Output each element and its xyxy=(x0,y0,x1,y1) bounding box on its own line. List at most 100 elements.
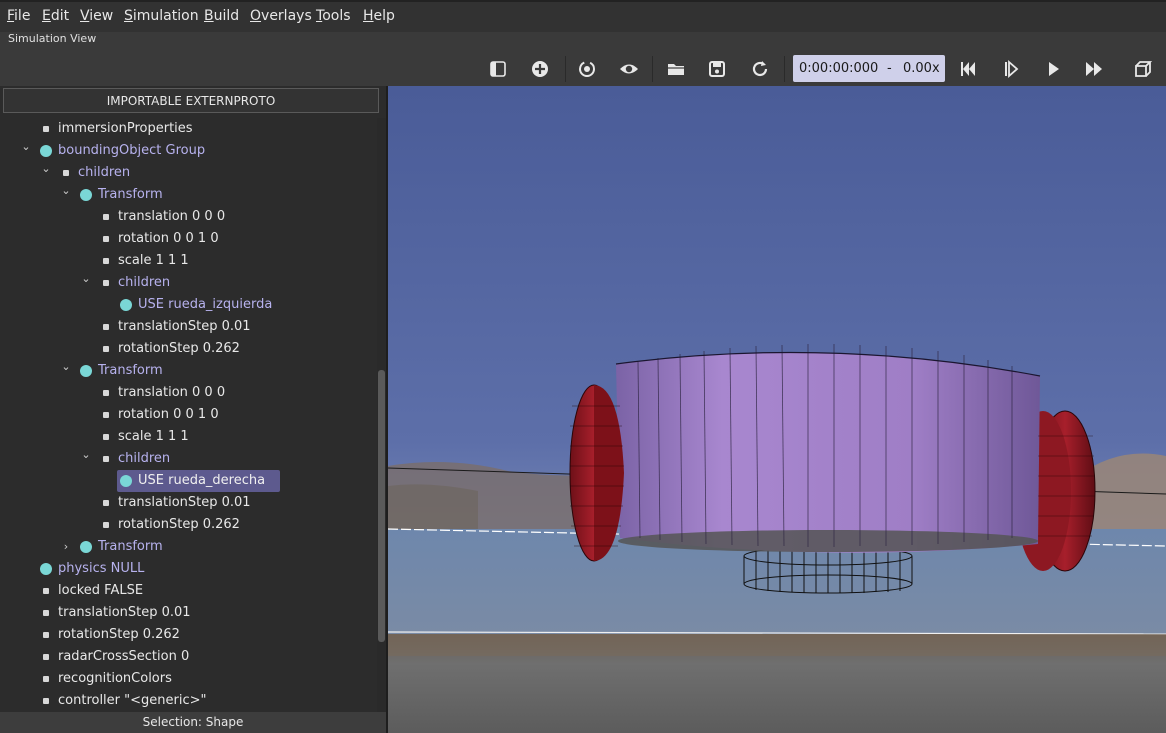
time-value: 0:00:00:000 xyxy=(799,61,879,76)
tree-row[interactable]: physics NULL xyxy=(0,558,376,580)
tree-row[interactable]: ⌄ children xyxy=(0,272,376,294)
step-back-icon[interactable] xyxy=(957,58,979,80)
open-folder-icon[interactable] xyxy=(665,58,687,80)
cube-view-icon[interactable] xyxy=(1132,58,1154,80)
tree-row-label: rotation 0 0 1 0 xyxy=(118,407,219,422)
3d-viewport[interactable] xyxy=(388,86,1166,733)
tree-row[interactable]: scale 1 1 1 xyxy=(0,250,376,272)
tree-row-label: controller "<generic>" xyxy=(58,693,207,708)
menu-label: dit xyxy=(50,8,70,24)
menu-label: uild xyxy=(213,8,240,24)
tree-row-label: children xyxy=(118,451,171,466)
save-icon[interactable] xyxy=(706,58,728,80)
chevron-down-icon[interactable]: ⌄ xyxy=(40,158,52,180)
importable-externproto-button[interactable]: IMPORTABLE EXTERNPROTO xyxy=(3,88,379,113)
tree-row-label: children xyxy=(118,275,171,290)
field-icon xyxy=(43,632,49,638)
tree-row[interactable]: controller "<generic>" xyxy=(0,690,376,712)
field-icon xyxy=(43,588,49,594)
tree-row-label: rotationStep 0.262 xyxy=(58,627,180,642)
menu-simulation[interactable]: Simulation xyxy=(124,8,199,24)
menu-tools[interactable]: Tools xyxy=(316,8,351,24)
tree-row[interactable]: ⌄ Transform xyxy=(0,184,376,206)
menu-file[interactable]: File xyxy=(7,8,30,24)
field-icon xyxy=(103,214,109,220)
tree-row-label: scale 1 1 1 xyxy=(118,253,189,268)
tree-row[interactable]: USE rueda_izquierda xyxy=(0,294,376,316)
step-icon[interactable] xyxy=(1000,58,1022,80)
field-icon xyxy=(103,412,109,418)
chevron-down-icon[interactable]: ⌄ xyxy=(60,356,72,378)
tree-row-label: boundingObject Group xyxy=(58,143,206,158)
field-icon xyxy=(103,258,109,264)
field-icon xyxy=(43,610,49,616)
menu-overlays[interactable]: Overlays xyxy=(250,8,312,24)
field-icon xyxy=(43,126,49,132)
tree-row[interactable]: rotation 0 0 1 0 xyxy=(0,404,376,426)
tree-row[interactable]: scale 1 1 1 xyxy=(0,426,376,448)
menu-label: iew xyxy=(89,8,114,24)
field-icon xyxy=(103,346,109,352)
tree-row[interactable]: translationStep 0.01 xyxy=(0,492,376,514)
add-node-icon[interactable] xyxy=(529,58,551,80)
menu-accelerator: F xyxy=(7,8,15,24)
field-icon xyxy=(103,522,109,528)
eye-icon[interactable] xyxy=(618,58,640,80)
tree-row-label: recognitionColors xyxy=(58,671,172,686)
tree-row[interactable]: ⌄ boundingObject Group xyxy=(0,140,376,162)
field-icon xyxy=(103,390,109,396)
tree-row[interactable]: translation 0 0 0 xyxy=(0,382,376,404)
node-icon xyxy=(80,365,92,377)
chevron-right-icon[interactable]: › xyxy=(60,536,72,558)
menu-accelerator: V xyxy=(80,8,90,24)
field-icon xyxy=(43,654,49,660)
menu-help[interactable]: Help xyxy=(363,8,395,24)
node-icon xyxy=(80,541,92,553)
tree-row-label: rotationStep 0.262 xyxy=(118,341,240,356)
tree-row-label: Transform xyxy=(98,363,163,378)
tree-row[interactable]: rotationStep 0.262 xyxy=(0,338,376,360)
chevron-down-icon[interactable]: ⌄ xyxy=(60,180,72,202)
tree-row-label: Transform xyxy=(98,539,163,554)
tree-row[interactable]: ⌄ children xyxy=(0,448,376,470)
tree-row[interactable]: ⌄ children xyxy=(0,162,376,184)
chevron-down-icon[interactable]: ⌄ xyxy=(80,268,92,290)
field-icon xyxy=(63,170,69,176)
menu-build[interactable]: Build xyxy=(204,8,239,24)
tree-scrollbar[interactable] xyxy=(377,118,386,712)
tree-row[interactable]: USE rueda_derecha xyxy=(0,470,376,492)
reset-viewpoint-icon[interactable] xyxy=(576,58,598,80)
menu-label: verlays xyxy=(261,8,312,24)
tree-row-label: radarCrossSection 0 xyxy=(58,649,190,664)
scrollbar-thumb[interactable] xyxy=(378,370,385,642)
chevron-down-icon[interactable]: ⌄ xyxy=(80,444,92,466)
play-icon[interactable] xyxy=(1042,58,1064,80)
tree-row[interactable]: translationStep 0.01 xyxy=(0,316,376,338)
tree-row[interactable]: ⌄ Transform xyxy=(0,360,376,382)
tree-row[interactable]: radarCrossSection 0 xyxy=(0,646,376,668)
menu-view[interactable]: View xyxy=(80,8,113,24)
tree-row-label: translationStep 0.01 xyxy=(118,319,251,334)
panel-toggle-icon[interactable] xyxy=(487,58,509,80)
tree-row[interactable]: immersionProperties xyxy=(0,118,376,140)
reload-icon[interactable] xyxy=(749,58,771,80)
tree-row[interactable]: translationStep 0.01 xyxy=(0,602,376,624)
node-icon xyxy=(40,145,52,157)
fast-forward-icon[interactable] xyxy=(1083,58,1105,80)
menu-bar: File Edit View Simulation Build Overlays Tools… xyxy=(0,0,1166,32)
tree-row[interactable]: recognitionColors xyxy=(0,668,376,690)
tree-row[interactable]: rotationStep 0.262 xyxy=(0,514,376,536)
tree-row[interactable]: rotation 0 0 1 0 xyxy=(0,228,376,250)
tree-row[interactable]: locked FALSE xyxy=(0,580,376,602)
tree-row-label: rotationStep 0.262 xyxy=(118,517,240,532)
menu-edit[interactable]: Edit xyxy=(42,8,69,24)
tree-row[interactable]: rotationStep 0.262 xyxy=(0,624,376,646)
tree-row[interactable]: translation 0 0 0 xyxy=(0,206,376,228)
menu-label: imulation xyxy=(132,8,199,24)
field-icon xyxy=(103,324,109,330)
panel-title: Simulation View xyxy=(8,32,97,45)
tree-row[interactable]: › Transform xyxy=(0,536,376,558)
tree-row-label: translation 0 0 0 xyxy=(118,209,226,224)
chevron-down-icon[interactable]: ⌄ xyxy=(20,136,32,158)
speed-value: 0.00x xyxy=(903,61,940,76)
